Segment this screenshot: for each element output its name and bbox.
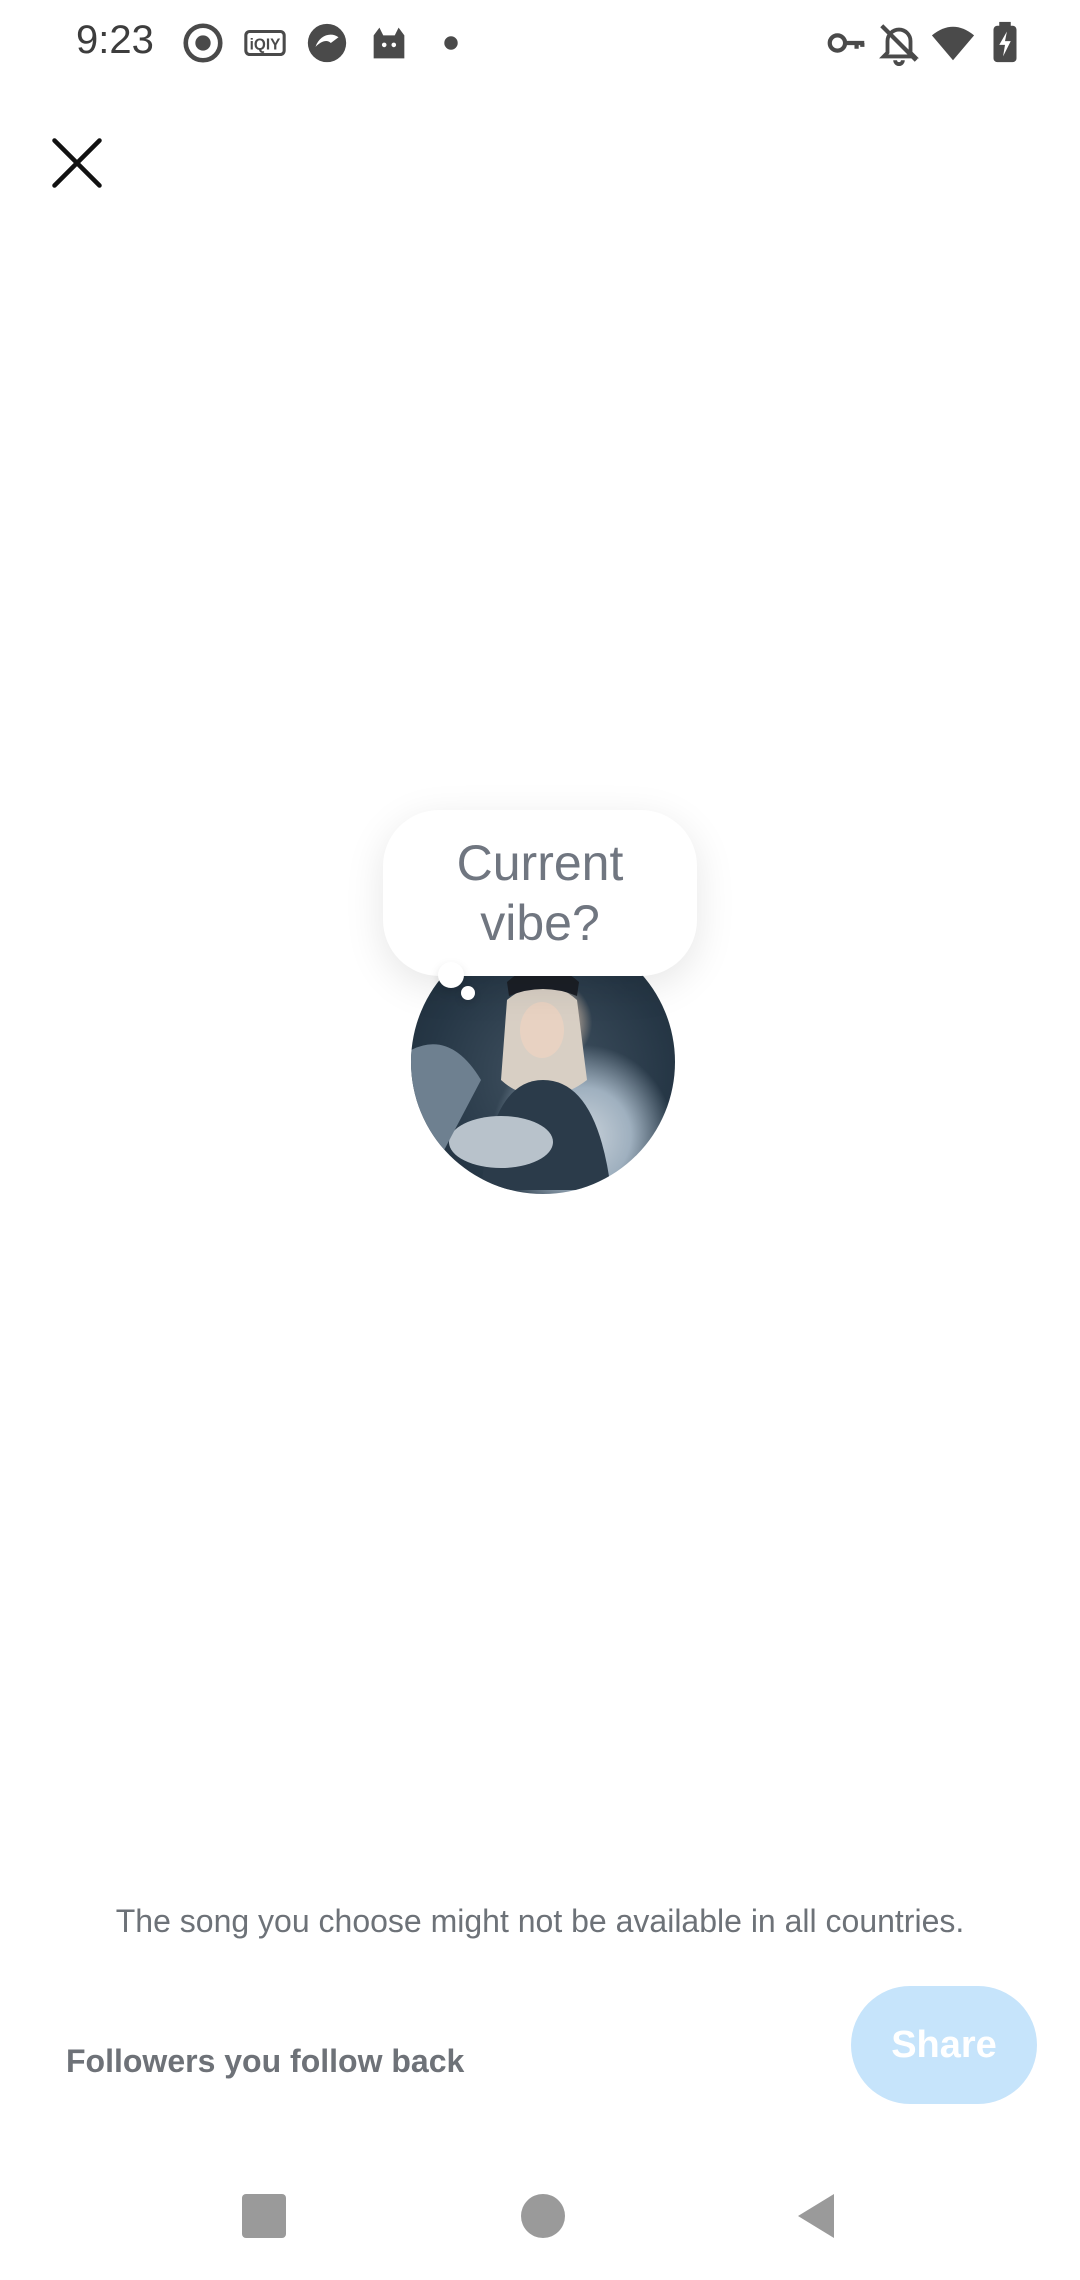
- system-nav-bar: [0, 2160, 1080, 2280]
- share-button[interactable]: Share: [851, 1986, 1037, 2104]
- bubble-tail-dot: [438, 962, 464, 988]
- home-icon[interactable]: [521, 2194, 565, 2238]
- dot-icon: [428, 20, 474, 66]
- iqiyi-icon: iQIY: [242, 20, 288, 66]
- status-time: 9:23: [76, 18, 154, 62]
- thought-bubble[interactable]: Current vibe?: [383, 810, 697, 976]
- browser-icon: [304, 20, 350, 66]
- bell-off-icon: [876, 20, 922, 66]
- wifi-icon: [930, 20, 976, 66]
- bubble-prompt-text: Current vibe?: [456, 835, 624, 951]
- key-icon: [824, 20, 870, 66]
- recent-apps-icon[interactable]: [242, 2194, 286, 2238]
- svg-text:iQIY: iQIY: [250, 37, 281, 54]
- bubble-tail-dot-small: [461, 986, 475, 1000]
- status-bar: 9:23 iQIY: [0, 0, 1080, 90]
- record-icon: [180, 20, 226, 66]
- battery-charging-icon: [982, 20, 1028, 66]
- cat-icon: [366, 20, 412, 66]
- back-icon[interactable]: [796, 2192, 836, 2240]
- close-icon: [52, 138, 102, 188]
- availability-disclaimer: The song you choose might not be availab…: [115, 1903, 965, 1939]
- share-button-label: Share: [891, 2023, 997, 2066]
- audience-selector[interactable]: Followers you follow back: [66, 2043, 464, 2080]
- close-button[interactable]: [40, 126, 114, 200]
